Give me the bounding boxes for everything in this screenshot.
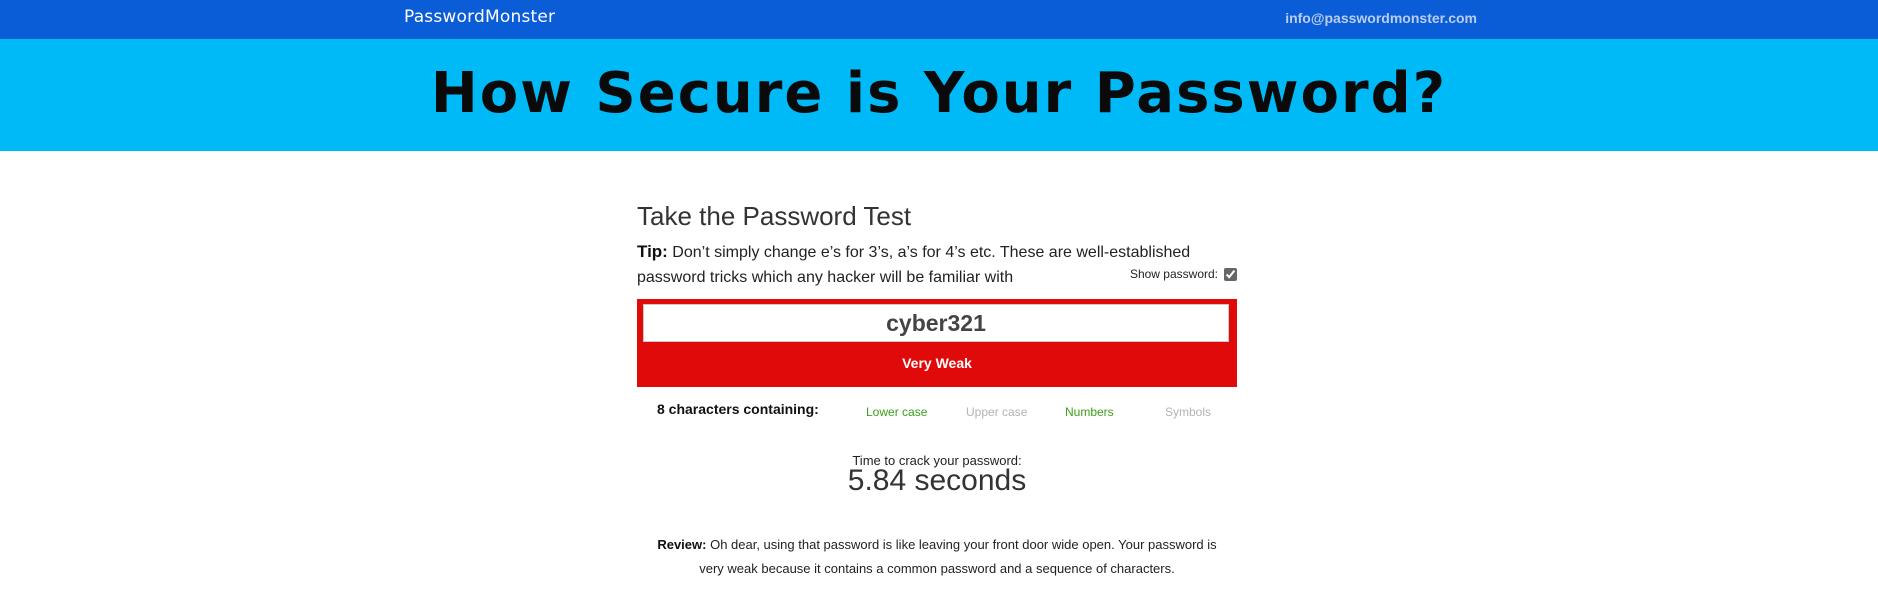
category-numbers: Numbers xyxy=(1065,405,1114,419)
tip-body: Don’t simply change e’s for 3’s, a’s for… xyxy=(637,244,1191,286)
show-password-checkbox[interactable] xyxy=(1224,267,1237,281)
strength-label: Very Weak xyxy=(902,355,972,371)
show-password-label: Show password: xyxy=(1129,267,1218,281)
character-summary: 8 characters containing: Lower case Uppe… xyxy=(637,401,1237,421)
review-text: Review: Oh dear, using that password is … xyxy=(647,533,1227,581)
character-count-label: 8 characters containing: xyxy=(657,401,819,417)
top-bar: PasswordMonster info@passwordmonster.com xyxy=(0,0,1878,39)
show-password-toggle[interactable]: Show password: xyxy=(1130,267,1237,281)
category-lowercase: Lower case xyxy=(866,405,928,419)
category-uppercase: Upper case xyxy=(966,405,1028,419)
review-label: Review: xyxy=(657,537,707,552)
brand-logo[interactable]: PasswordMonster xyxy=(404,7,555,27)
category-symbols: Symbols xyxy=(1165,405,1212,419)
hero-banner: How Secure is Your Password? xyxy=(0,39,1878,151)
strength-meter: Very Weak xyxy=(637,299,1237,387)
review-body: Oh dear, using that password is like lea… xyxy=(699,537,1217,576)
crack-time-value: 5.84 seconds xyxy=(847,464,1027,497)
password-input[interactable] xyxy=(643,304,1229,342)
tip-label: Tip: xyxy=(637,242,668,261)
contact-email-link[interactable]: info@passwordmonster.com xyxy=(1285,10,1477,26)
section-title: Take the Password Test xyxy=(637,201,912,231)
tip-text: Tip: Don’t simply change e’s for 3’s, a’… xyxy=(637,239,1197,290)
page-title: How Secure is Your Password? xyxy=(430,60,1448,126)
